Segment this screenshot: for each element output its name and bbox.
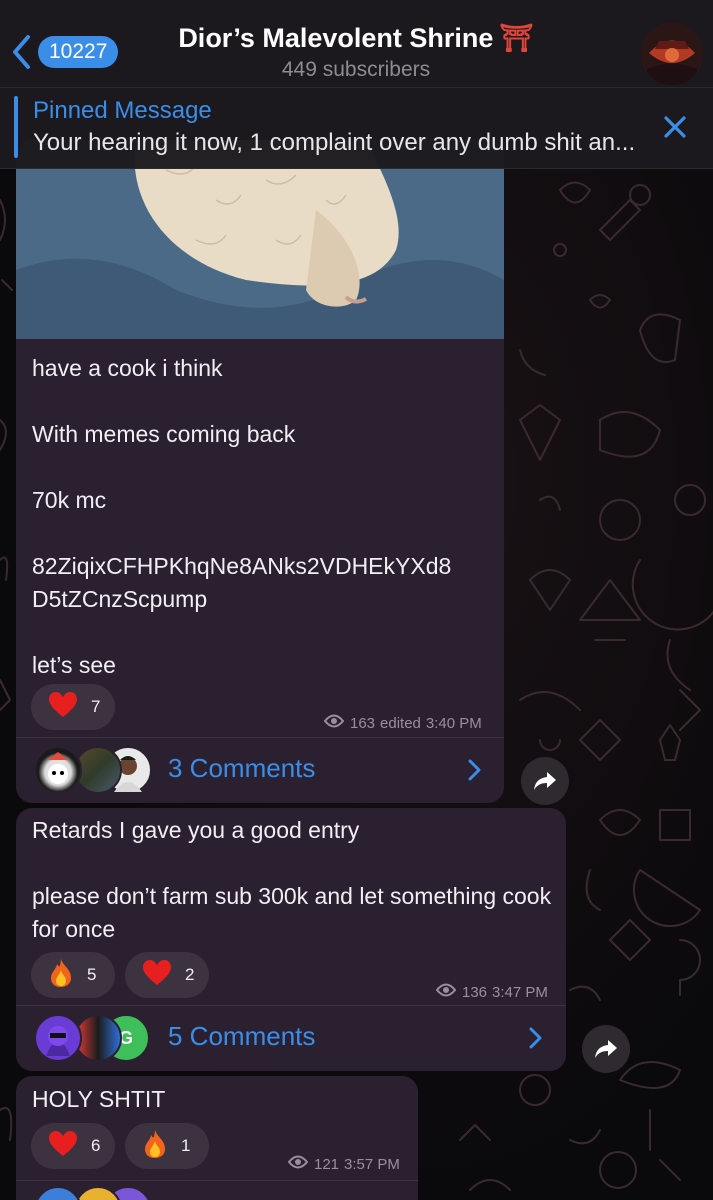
pinned-text: Your hearing it now, 1 complaint over an…: [33, 129, 636, 156]
reaction-heart[interactable]: 7: [31, 684, 115, 730]
subscriber-count: 449 subscribers: [281, 58, 431, 81]
chevron-right-icon: [468, 759, 481, 781]
reaction-count: 1: [181, 1136, 191, 1155]
comments-label: 5 Comments: [168, 1021, 316, 1051]
share-button[interactable]: [521, 757, 569, 805]
back-button[interactable]: 10227: [10, 30, 119, 74]
message-meta: 163 edited 3:40 PM: [323, 714, 482, 732]
share-icon: [595, 1040, 617, 1058]
close-icon[interactable]: [662, 114, 688, 140]
reaction-count: 2: [185, 965, 195, 984]
reaction-count: 5: [87, 965, 97, 984]
eye-icon: [435, 983, 457, 1001]
heart-icon: [49, 692, 77, 722]
fire-icon: [143, 1129, 167, 1163]
reaction-fire[interactable]: 1: [125, 1123, 209, 1169]
message-bubble-3[interactable]: HOLY SHTIT 6 1 121 3:57 PM: [16, 1076, 418, 1200]
message-time: 3:40 PM: [425, 714, 482, 732]
commenter-avatar: [34, 1014, 82, 1062]
reaction-heart[interactable]: 2: [125, 952, 209, 998]
pinned-message-bar[interactable]: Pinned Message Your hearing it now, 1 co…: [0, 88, 713, 169]
commenter-avatar: [74, 1186, 122, 1200]
eye-icon: [287, 1155, 309, 1173]
photo-content: [16, 140, 504, 339]
message-photo[interactable]: [16, 140, 504, 339]
pinned-indicator: [14, 96, 18, 158]
chat-header: 10227 Dior’s Malevolent Shrine ⛩ 449 subs…: [0, 0, 713, 88]
heart-icon: [49, 1131, 77, 1161]
reaction-count: 7: [91, 697, 101, 716]
view-count: 163: [350, 714, 376, 732]
view-count: 121: [314, 1155, 340, 1173]
comments-button[interactable]: G 5 Comments: [16, 1005, 566, 1071]
message-bubble-2[interactable]: Retards I gave you a good entry please d…: [16, 808, 566, 1071]
torii-icon: ⛩: [499, 23, 534, 53]
chevron-left-icon: [13, 35, 30, 69]
share-button[interactable]: [582, 1025, 630, 1073]
message-text: have a cook i think With memes coming ba…: [32, 355, 452, 678]
comments-button[interactable]: 3 Comments: [16, 737, 504, 803]
commenter-avatar: [34, 1186, 82, 1200]
comments-button[interactable]: [16, 1180, 418, 1200]
message-meta: 121 3:57 PM: [287, 1155, 400, 1173]
edited-label: edited: [380, 714, 421, 732]
view-count: 136: [462, 983, 488, 1001]
message-bubble-1[interactable]: have a cook i think With memes coming ba…: [16, 140, 504, 803]
reaction-heart[interactable]: 6: [31, 1123, 115, 1169]
heart-icon: [143, 960, 171, 990]
reaction-count: 6: [91, 1136, 101, 1155]
channel-info[interactable]: Dior’s Malevolent Shrine ⛩ 449 subscriber…: [140, 22, 572, 82]
pinned-title: Pinned Message: [33, 97, 212, 124]
message-text: Retards I gave you a good entry please d…: [32, 817, 552, 942]
reaction-fire[interactable]: 5: [31, 952, 115, 998]
message-meta: 136 3:47 PM: [435, 983, 548, 1001]
channel-avatar[interactable]: [641, 23, 703, 85]
chevron-right-icon: [529, 1027, 542, 1049]
commenter-avatar: [34, 746, 82, 794]
share-icon: [534, 772, 556, 790]
message-time: 3:57 PM: [344, 1155, 400, 1173]
channel-title-text: Dior’s Malevolent Shrine: [178, 23, 494, 53]
fire-icon: [49, 958, 73, 992]
eye-icon: [323, 714, 345, 732]
unread-badge: 10227: [38, 36, 119, 68]
message-time: 3:47 PM: [492, 983, 548, 1001]
message-text: HOLY SHTIT: [32, 1086, 166, 1112]
channel-title: Dior’s Malevolent Shrine ⛩: [140, 22, 572, 54]
channel-avatar-art: [641, 23, 703, 85]
comments-label: 3 Comments: [168, 753, 316, 783]
